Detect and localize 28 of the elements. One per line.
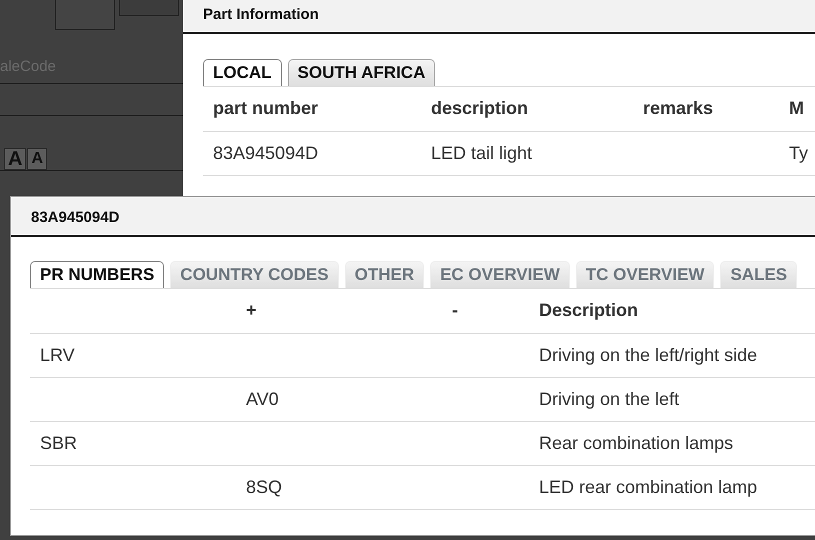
table-cell: Driving on the left [539,388,680,408]
column-header[interactable]: M [789,98,804,118]
table-cell: 83A945094D [213,142,318,162]
table-cell: AV0 [246,388,279,408]
table-cell: LED tail light [431,142,532,162]
table-cell: 8SQ [246,476,282,496]
tab[interactable]: SALES [720,261,798,288]
table-cell: LED rear combination lamp [539,476,758,496]
tab[interactable]: SOUTH AFRICA [288,59,436,86]
tab[interactable]: COUNTRY CODES [170,261,339,288]
table-cell: Driving on the left/right side [539,344,758,364]
tab[interactable]: PR NUMBERS [30,261,164,288]
dialog-title: 83A945094D [11,197,815,237]
column-header[interactable]: description [431,98,528,118]
table-cell: Ty [789,142,808,162]
tab[interactable]: EC OVERVIEW [430,261,570,288]
tab[interactable]: LOCAL [203,59,282,86]
column-header[interactable]: remarks [643,98,714,118]
dialog-title: Part Information [183,0,815,34]
column-header[interactable]: Description [539,300,638,320]
column-header[interactable]: part number [213,98,318,118]
table-cell: LRV [40,344,75,364]
tab[interactable]: OTHER [344,261,424,288]
column-header[interactable]: - [452,300,458,320]
tab[interactable]: TC OVERVIEW [576,261,714,288]
table-cell: Rear combination lamps [539,432,734,452]
column-header[interactable]: + [246,300,257,320]
table-cell: SBR [40,432,78,452]
